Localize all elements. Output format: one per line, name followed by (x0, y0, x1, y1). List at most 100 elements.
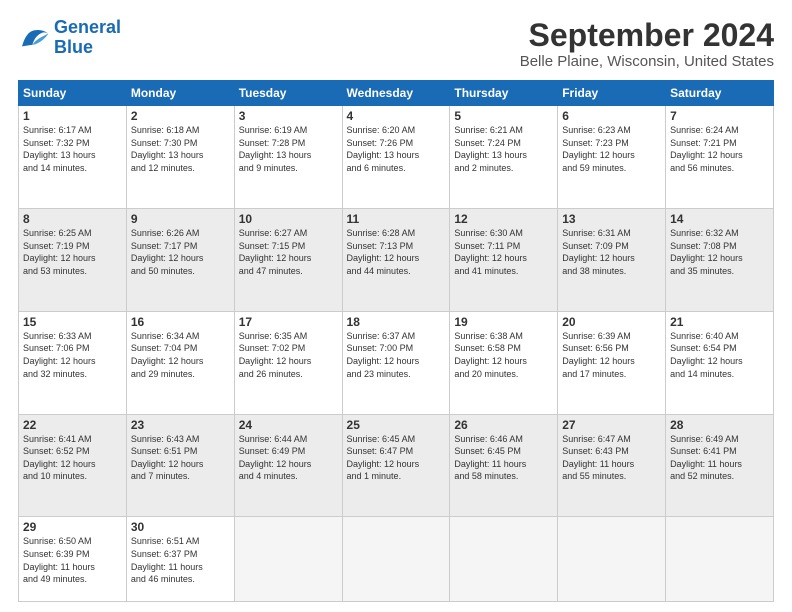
table-row: 4Sunrise: 6:20 AM Sunset: 7:26 PM Daylig… (342, 106, 450, 209)
day-number: 1 (23, 109, 122, 123)
table-row: 28Sunrise: 6:49 AM Sunset: 6:41 PM Dayli… (666, 414, 774, 517)
col-friday: Friday (558, 81, 666, 106)
table-row (666, 517, 774, 602)
day-number: 3 (239, 109, 338, 123)
table-row: 10Sunrise: 6:27 AM Sunset: 7:15 PM Dayli… (234, 209, 342, 312)
table-row: 15Sunrise: 6:33 AM Sunset: 7:06 PM Dayli… (19, 311, 127, 414)
day-number: 30 (131, 520, 230, 534)
day-info: Sunrise: 6:40 AM Sunset: 6:54 PM Dayligh… (670, 330, 769, 380)
day-info: Sunrise: 6:44 AM Sunset: 6:49 PM Dayligh… (239, 433, 338, 483)
table-row: 13Sunrise: 6:31 AM Sunset: 7:09 PM Dayli… (558, 209, 666, 312)
table-row: 14Sunrise: 6:32 AM Sunset: 7:08 PM Dayli… (666, 209, 774, 312)
calendar-week-row: 8Sunrise: 6:25 AM Sunset: 7:19 PM Daylig… (19, 209, 774, 312)
table-row: 7Sunrise: 6:24 AM Sunset: 7:21 PM Daylig… (666, 106, 774, 209)
day-number: 9 (131, 212, 230, 226)
table-row: 21Sunrise: 6:40 AM Sunset: 6:54 PM Dayli… (666, 311, 774, 414)
day-number: 16 (131, 315, 230, 329)
table-row: 16Sunrise: 6:34 AM Sunset: 7:04 PM Dayli… (126, 311, 234, 414)
title-block: September 2024 Belle Plaine, Wisconsin, … (520, 18, 774, 70)
calendar-title: September 2024 (520, 18, 774, 53)
day-number: 23 (131, 418, 230, 432)
day-number: 2 (131, 109, 230, 123)
day-number: 14 (670, 212, 769, 226)
table-row: 27Sunrise: 6:47 AM Sunset: 6:43 PM Dayli… (558, 414, 666, 517)
table-row: 2Sunrise: 6:18 AM Sunset: 7:30 PM Daylig… (126, 106, 234, 209)
day-number: 24 (239, 418, 338, 432)
day-info: Sunrise: 6:31 AM Sunset: 7:09 PM Dayligh… (562, 227, 661, 277)
page: General Blue September 2024 Belle Plaine… (0, 0, 792, 612)
day-info: Sunrise: 6:50 AM Sunset: 6:39 PM Dayligh… (23, 535, 122, 585)
day-info: Sunrise: 6:45 AM Sunset: 6:47 PM Dayligh… (347, 433, 446, 483)
day-number: 18 (347, 315, 446, 329)
table-row (450, 517, 558, 602)
table-row: 22Sunrise: 6:41 AM Sunset: 6:52 PM Dayli… (19, 414, 127, 517)
day-number: 4 (347, 109, 446, 123)
table-row (342, 517, 450, 602)
table-row: 19Sunrise: 6:38 AM Sunset: 6:58 PM Dayli… (450, 311, 558, 414)
day-info: Sunrise: 6:18 AM Sunset: 7:30 PM Dayligh… (131, 124, 230, 174)
calendar-table: Sunday Monday Tuesday Wednesday Thursday… (18, 80, 774, 602)
col-sunday: Sunday (19, 81, 127, 106)
logo-icon (18, 24, 50, 52)
table-row: 23Sunrise: 6:43 AM Sunset: 6:51 PM Dayli… (126, 414, 234, 517)
table-row (558, 517, 666, 602)
day-info: Sunrise: 6:26 AM Sunset: 7:17 PM Dayligh… (131, 227, 230, 277)
day-info: Sunrise: 6:49 AM Sunset: 6:41 PM Dayligh… (670, 433, 769, 483)
day-info: Sunrise: 6:38 AM Sunset: 6:58 PM Dayligh… (454, 330, 553, 380)
col-thursday: Thursday (450, 81, 558, 106)
table-row: 11Sunrise: 6:28 AM Sunset: 7:13 PM Dayli… (342, 209, 450, 312)
day-info: Sunrise: 6:30 AM Sunset: 7:11 PM Dayligh… (454, 227, 553, 277)
day-info: Sunrise: 6:25 AM Sunset: 7:19 PM Dayligh… (23, 227, 122, 277)
calendar-subtitle: Belle Plaine, Wisconsin, United States (520, 53, 774, 70)
logo: General Blue (18, 18, 121, 58)
table-row: 6Sunrise: 6:23 AM Sunset: 7:23 PM Daylig… (558, 106, 666, 209)
table-row: 25Sunrise: 6:45 AM Sunset: 6:47 PM Dayli… (342, 414, 450, 517)
day-info: Sunrise: 6:37 AM Sunset: 7:00 PM Dayligh… (347, 330, 446, 380)
calendar-week-row: 22Sunrise: 6:41 AM Sunset: 6:52 PM Dayli… (19, 414, 774, 517)
day-info: Sunrise: 6:39 AM Sunset: 6:56 PM Dayligh… (562, 330, 661, 380)
day-info: Sunrise: 6:24 AM Sunset: 7:21 PM Dayligh… (670, 124, 769, 174)
header: General Blue September 2024 Belle Plaine… (18, 18, 774, 70)
day-number: 20 (562, 315, 661, 329)
day-number: 5 (454, 109, 553, 123)
col-monday: Monday (126, 81, 234, 106)
table-row: 17Sunrise: 6:35 AM Sunset: 7:02 PM Dayli… (234, 311, 342, 414)
table-row: 18Sunrise: 6:37 AM Sunset: 7:00 PM Dayli… (342, 311, 450, 414)
day-number: 22 (23, 418, 122, 432)
table-row: 20Sunrise: 6:39 AM Sunset: 6:56 PM Dayli… (558, 311, 666, 414)
day-number: 21 (670, 315, 769, 329)
day-number: 17 (239, 315, 338, 329)
logo-text: General Blue (54, 18, 121, 58)
day-info: Sunrise: 6:43 AM Sunset: 6:51 PM Dayligh… (131, 433, 230, 483)
table-row: 9Sunrise: 6:26 AM Sunset: 7:17 PM Daylig… (126, 209, 234, 312)
day-info: Sunrise: 6:51 AM Sunset: 6:37 PM Dayligh… (131, 535, 230, 585)
table-row: 30Sunrise: 6:51 AM Sunset: 6:37 PM Dayli… (126, 517, 234, 602)
day-number: 26 (454, 418, 553, 432)
day-number: 8 (23, 212, 122, 226)
col-saturday: Saturday (666, 81, 774, 106)
table-row: 1Sunrise: 6:17 AM Sunset: 7:32 PM Daylig… (19, 106, 127, 209)
calendar-week-row: 1Sunrise: 6:17 AM Sunset: 7:32 PM Daylig… (19, 106, 774, 209)
day-number: 13 (562, 212, 661, 226)
day-info: Sunrise: 6:35 AM Sunset: 7:02 PM Dayligh… (239, 330, 338, 380)
day-info: Sunrise: 6:20 AM Sunset: 7:26 PM Dayligh… (347, 124, 446, 174)
day-info: Sunrise: 6:17 AM Sunset: 7:32 PM Dayligh… (23, 124, 122, 174)
day-number: 10 (239, 212, 338, 226)
day-info: Sunrise: 6:32 AM Sunset: 7:08 PM Dayligh… (670, 227, 769, 277)
day-number: 7 (670, 109, 769, 123)
day-info: Sunrise: 6:47 AM Sunset: 6:43 PM Dayligh… (562, 433, 661, 483)
day-info: Sunrise: 6:34 AM Sunset: 7:04 PM Dayligh… (131, 330, 230, 380)
table-row (234, 517, 342, 602)
day-number: 25 (347, 418, 446, 432)
day-number: 15 (23, 315, 122, 329)
col-tuesday: Tuesday (234, 81, 342, 106)
day-info: Sunrise: 6:21 AM Sunset: 7:24 PM Dayligh… (454, 124, 553, 174)
calendar-week-row: 29Sunrise: 6:50 AM Sunset: 6:39 PM Dayli… (19, 517, 774, 602)
day-info: Sunrise: 6:33 AM Sunset: 7:06 PM Dayligh… (23, 330, 122, 380)
col-wednesday: Wednesday (342, 81, 450, 106)
logo-line2: Blue (54, 37, 93, 57)
table-row: 29Sunrise: 6:50 AM Sunset: 6:39 PM Dayli… (19, 517, 127, 602)
day-number: 29 (23, 520, 122, 534)
header-row: Sunday Monday Tuesday Wednesday Thursday… (19, 81, 774, 106)
table-row: 3Sunrise: 6:19 AM Sunset: 7:28 PM Daylig… (234, 106, 342, 209)
